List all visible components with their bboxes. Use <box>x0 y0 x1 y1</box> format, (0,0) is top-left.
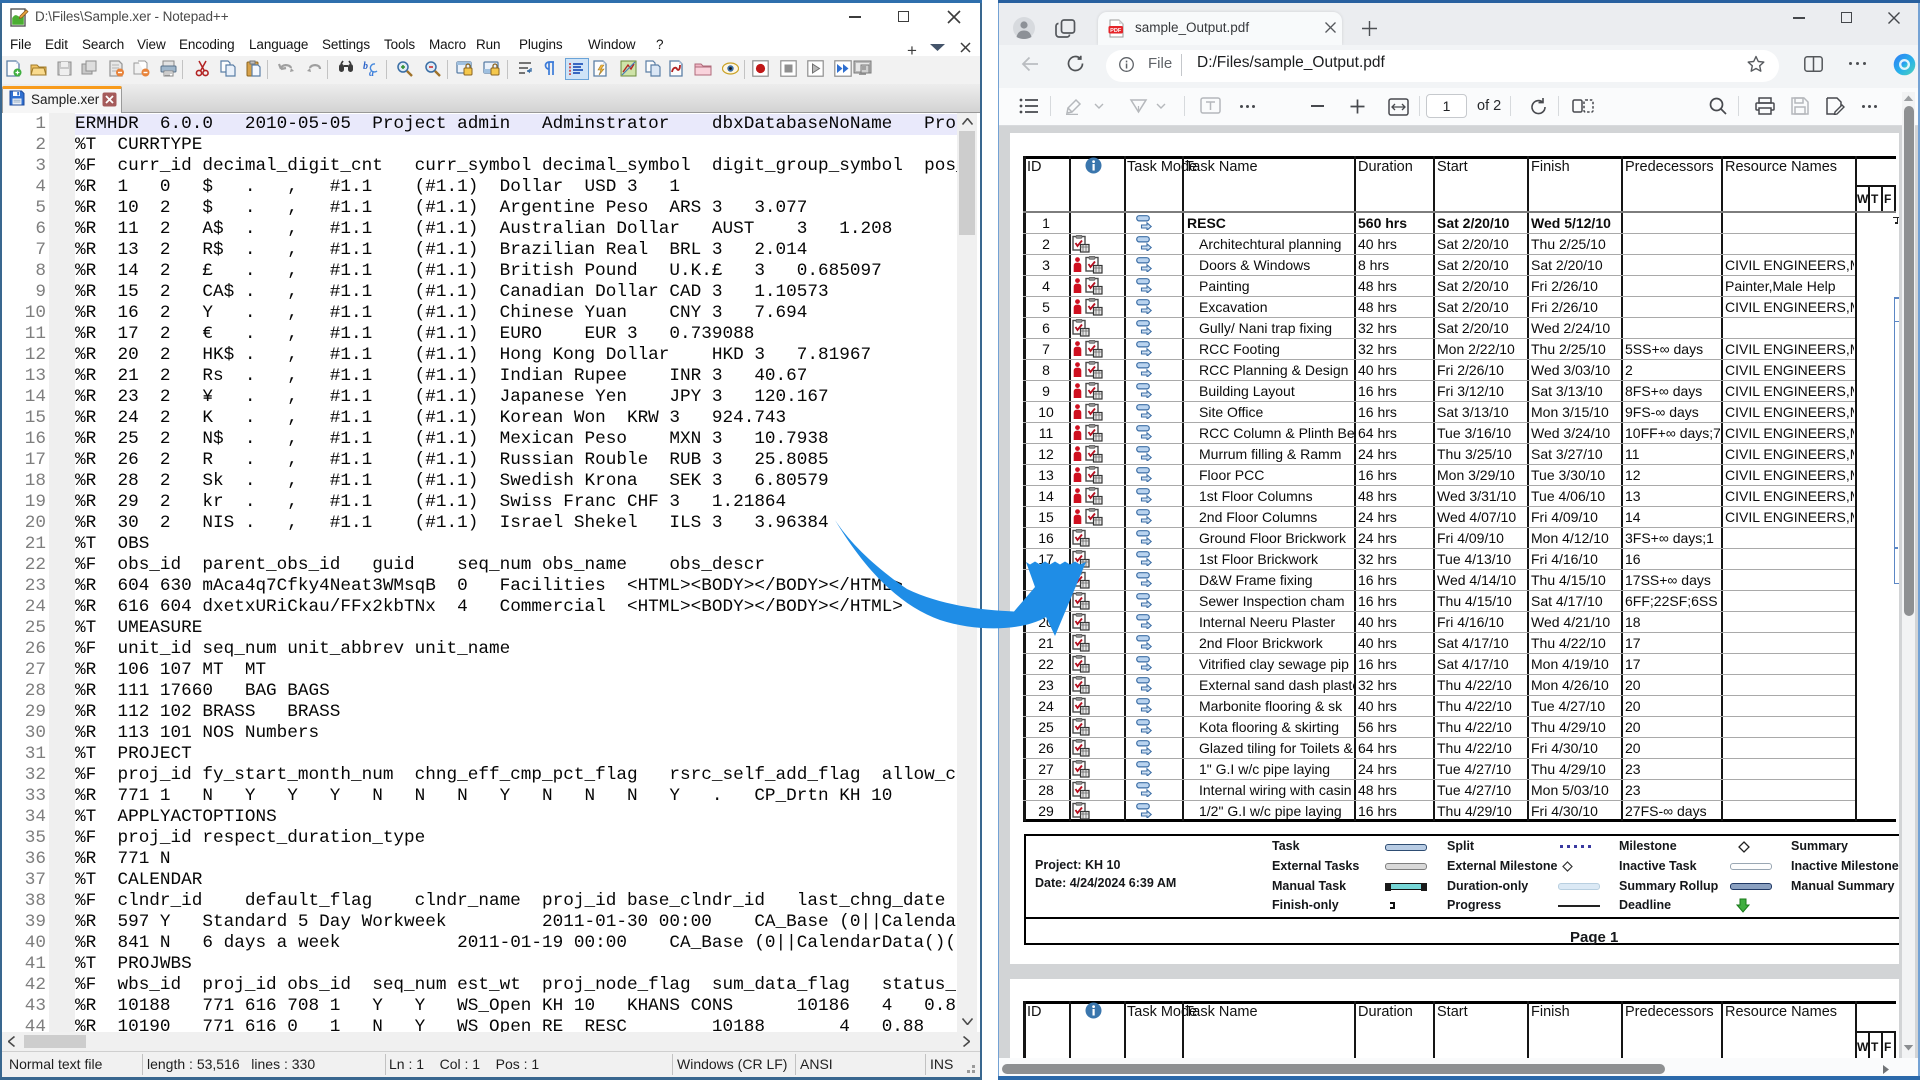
svg-text:b: b <box>363 61 368 72</box>
svg-text:PDF: PDF <box>1110 28 1122 34</box>
